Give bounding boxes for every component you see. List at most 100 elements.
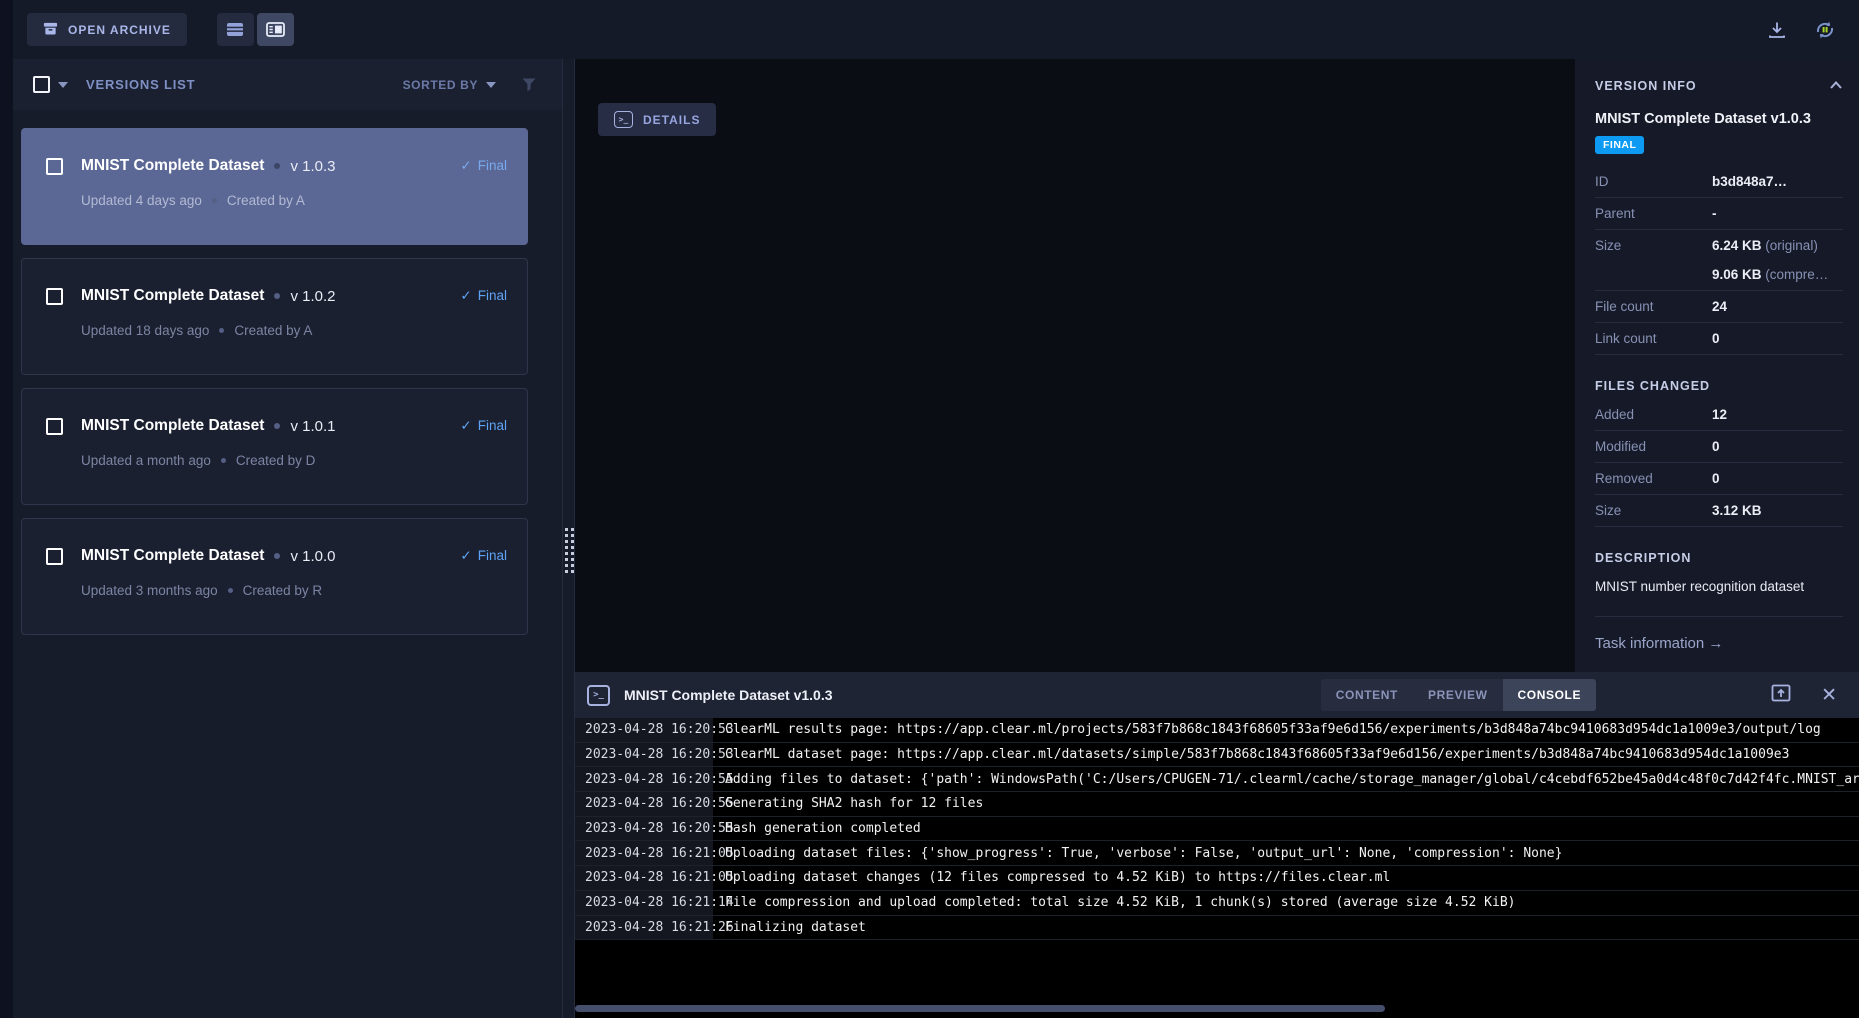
log-row: 2023-04-28 16:20:55Adding files to datas… xyxy=(575,767,1859,792)
version-title: MNIST Complete Dataset xyxy=(81,157,264,175)
terminal-icon: >_ xyxy=(587,685,610,706)
version-checkbox[interactable] xyxy=(46,158,63,175)
detail-view-toggle[interactable] xyxy=(257,13,294,46)
dot-separator xyxy=(274,553,280,559)
status-badge: ✓Final xyxy=(460,548,507,564)
close-icon[interactable]: ✕ xyxy=(1821,686,1837,705)
info-row-id: ID b3d848a7… xyxy=(1595,166,1843,198)
version-number: v 1.0.2 xyxy=(290,288,335,305)
description-header: DESCRIPTION xyxy=(1595,551,1843,565)
terminal-icon: >_ xyxy=(614,111,633,128)
log-row: 2023-04-28 16:20:55Generating SHA2 hash … xyxy=(575,792,1859,817)
files-changed-removed: Removed 0 xyxy=(1595,463,1843,495)
log-row: 2023-04-28 16:21:05Uploading dataset fil… xyxy=(575,841,1859,866)
popout-icon[interactable] xyxy=(1771,684,1791,707)
dot-separator xyxy=(219,328,224,333)
collapse-chevron-icon[interactable] xyxy=(1829,77,1843,95)
version-checkbox[interactable] xyxy=(46,548,63,565)
updated-text: Updated 3 months ago xyxy=(81,583,218,598)
files-changed-header: FILES CHANGED xyxy=(1595,379,1843,393)
created-text: Created by R xyxy=(243,583,323,598)
version-number: v 1.0.0 xyxy=(290,548,335,565)
dot-separator xyxy=(221,458,226,463)
view-toggle-group xyxy=(217,13,294,46)
dot-separator xyxy=(228,588,233,593)
drag-dots-icon xyxy=(565,504,574,596)
version-title: MNIST Complete Dataset xyxy=(81,417,264,435)
console-title: MNIST Complete Dataset v1.0.3 xyxy=(624,687,833,703)
auto-refresh-icon[interactable] xyxy=(1813,18,1837,42)
version-card-v1.0.0[interactable]: MNIST Complete Dataset v 1.0.0 ✓Final Up… xyxy=(21,518,528,635)
created-text: Created by A xyxy=(234,323,312,338)
status-badge: ✓Final xyxy=(460,418,507,434)
check-icon: ✓ xyxy=(460,418,471,434)
version-info-panel: VERSION INFO MNIST Complete Dataset v1.0… xyxy=(1575,59,1859,672)
download-icon[interactable] xyxy=(1767,20,1787,40)
sorted-by-caret-icon xyxy=(486,82,496,88)
info-row-parent: Parent - xyxy=(1595,198,1843,230)
info-row-file-count: File count 24 xyxy=(1595,291,1843,323)
log-row: 2023-04-28 16:20:53ClearML dataset page:… xyxy=(575,743,1859,768)
version-checkbox[interactable] xyxy=(46,418,63,435)
log-row: 2023-04-28 16:21:26Finalizing dataset xyxy=(575,916,1859,941)
check-icon: ✓ xyxy=(460,158,471,174)
console-log: 2023-04-28 16:20:53ClearML results page:… xyxy=(575,718,1859,940)
horizontal-scrollbar-thumb[interactable] xyxy=(575,1005,1385,1012)
details-button[interactable]: >_ DETAILS xyxy=(598,103,716,136)
dot-separator xyxy=(274,423,280,429)
created-text: Created by D xyxy=(236,453,316,468)
version-title: MNIST Complete Dataset xyxy=(81,547,264,565)
files-changed-size: Size 3.12 KB xyxy=(1595,495,1843,527)
divider xyxy=(1595,616,1843,617)
info-row-size: Size 6.24 KB (original) 9.06 KB (compre… xyxy=(1595,230,1843,291)
console-header: >_ MNIST Complete Dataset v1.0.3 CONTENT… xyxy=(575,672,1859,718)
versions-panel: VERSIONS LIST SORTED BY MNIST Complete D… xyxy=(13,59,562,1018)
version-card-v1.0.3[interactable]: MNIST Complete Dataset v 1.0.3 ✓Final Up… xyxy=(21,128,528,245)
files-changed-added: Added 12 xyxy=(1595,399,1843,431)
dataset-version-title: MNIST Complete Dataset v1.0.3 xyxy=(1595,111,1843,127)
select-all-checkbox[interactable] xyxy=(33,76,50,93)
version-number: v 1.0.3 xyxy=(290,158,335,175)
check-icon: ✓ xyxy=(460,548,471,564)
log-row: 2023-04-28 16:21:05Uploading dataset cha… xyxy=(575,866,1859,891)
updated-text: Updated a month ago xyxy=(81,453,211,468)
files-changed-modified: Modified 0 xyxy=(1595,431,1843,463)
panel-resize-handle[interactable] xyxy=(562,59,575,1018)
versions-list: MNIST Complete Dataset v 1.0.3 ✓Final Up… xyxy=(13,110,562,635)
tab-content[interactable]: CONTENT xyxy=(1321,679,1413,711)
table-view-toggle[interactable] xyxy=(217,13,254,46)
info-row-link-count: Link count 0 xyxy=(1595,323,1843,355)
updated-text: Updated 4 days ago xyxy=(81,193,202,208)
sorted-by-dropdown[interactable]: SORTED BY xyxy=(403,78,496,92)
status-badge: ✓Final xyxy=(460,158,507,174)
dot-separator xyxy=(274,163,280,169)
version-info-title: VERSION INFO xyxy=(1595,79,1697,93)
version-card-v1.0.2[interactable]: MNIST Complete Dataset v 1.0.2 ✓Final Up… xyxy=(21,258,528,375)
archive-icon xyxy=(43,21,58,39)
tab-console[interactable]: CONSOLE xyxy=(1503,679,1597,711)
check-icon: ✓ xyxy=(460,288,471,304)
log-row: 2023-04-28 16:20:53ClearML results page:… xyxy=(575,718,1859,743)
created-text: Created by A xyxy=(227,193,305,208)
select-all-caret-icon[interactable] xyxy=(58,82,68,88)
final-badge: FINAL xyxy=(1595,136,1644,154)
filter-icon[interactable] xyxy=(522,78,536,92)
version-number: v 1.0.1 xyxy=(290,418,335,435)
lineage-graph-area: >_ DETAILS MNIST Complete Datas… 6.24 KB… xyxy=(575,59,1575,672)
version-card-v1.0.1[interactable]: MNIST Complete Dataset v 1.0.1 ✓Final Up… xyxy=(21,388,528,505)
console-panel: >_ MNIST Complete Dataset v1.0.3 CONTENT… xyxy=(575,672,1859,1018)
task-information-link[interactable]: Task information → xyxy=(1595,635,1843,652)
console-tab-group: CONTENT PREVIEW CONSOLE xyxy=(1321,679,1596,711)
status-badge: ✓Final xyxy=(460,288,507,304)
open-archive-button[interactable]: OPEN ARCHIVE xyxy=(27,13,187,46)
dot-separator xyxy=(274,293,280,299)
top-toolbar: OPEN ARCHIVE xyxy=(13,0,1859,59)
version-checkbox[interactable] xyxy=(46,288,63,305)
open-archive-label: OPEN ARCHIVE xyxy=(68,23,171,37)
log-row: 2023-04-28 16:20:55Hash generation compl… xyxy=(575,817,1859,842)
log-row: 2023-04-28 16:21:14File compression and … xyxy=(575,891,1859,916)
version-title: MNIST Complete Dataset xyxy=(81,287,264,305)
description-text: MNIST number recognition dataset xyxy=(1595,579,1843,594)
versions-list-header: VERSIONS LIST SORTED BY xyxy=(13,59,562,110)
tab-preview[interactable]: PREVIEW xyxy=(1413,679,1503,711)
